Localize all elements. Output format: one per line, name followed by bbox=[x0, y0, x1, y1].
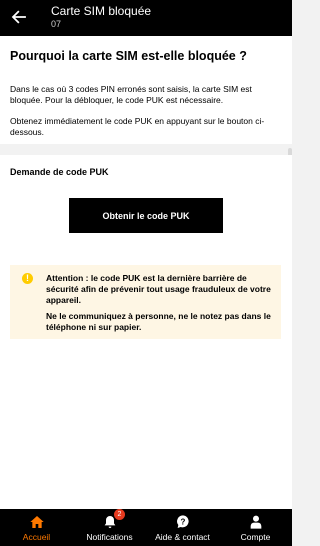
intro-heading: Pourquoi la carte SIM est-elle bloquée ? bbox=[10, 49, 247, 63]
svg-text:?: ? bbox=[180, 518, 185, 527]
home-icon bbox=[29, 516, 44, 528]
intro-paragraph-1: Dans le cas où 3 codes PIN erronés sont … bbox=[10, 84, 252, 105]
help-bubble-icon: ? bbox=[176, 515, 189, 528]
nav-item-notifications[interactable]: Notifications bbox=[73, 509, 146, 546]
get-puk-button[interactable]: Obtenir le code PUK bbox=[69, 198, 223, 233]
nav-label-help: Aide & contact bbox=[155, 532, 210, 542]
bottom-nav: Accueil Notifications 2 ? Aide & contact… bbox=[0, 509, 292, 546]
intro-paragraph-2: Obtenez immédiatement le code PUK en app… bbox=[10, 116, 265, 137]
nav-label-home: Accueil bbox=[22, 532, 51, 542]
nav-item-account[interactable]: Compte bbox=[219, 509, 292, 546]
app-header: Carte SIM bloquée 07 bbox=[0, 0, 292, 36]
warning-box: ! Attention : le code PUK est la dernièr… bbox=[10, 265, 281, 339]
puk-section: Demande de code PUK Obtenir le code PUK … bbox=[0, 155, 292, 511]
warning-text-1: Attention : le code PUK est la dernière … bbox=[46, 273, 271, 305]
puk-section-label: Demande de code PUK bbox=[10, 167, 109, 177]
exclamation-icon: ! bbox=[22, 273, 33, 284]
page-title: Carte SIM bloquée bbox=[51, 4, 152, 18]
page-subtitle: 07 bbox=[51, 19, 62, 29]
nav-item-help[interactable]: ? Aide & contact bbox=[146, 509, 219, 546]
nav-label-account: Compte bbox=[240, 532, 271, 542]
user-icon bbox=[250, 515, 261, 529]
intro-section: Pourquoi la carte SIM est-elle bloquée ?… bbox=[0, 36, 292, 144]
arrow-left-icon[interactable] bbox=[10, 8, 28, 26]
nav-label-notifications: Notifications bbox=[86, 532, 133, 542]
warning-text-2: Ne le communiquez à personne, ne le note… bbox=[46, 311, 271, 332]
nav-item-home[interactable]: Accueil bbox=[0, 509, 73, 546]
notification-badge: 2 bbox=[114, 509, 125, 520]
